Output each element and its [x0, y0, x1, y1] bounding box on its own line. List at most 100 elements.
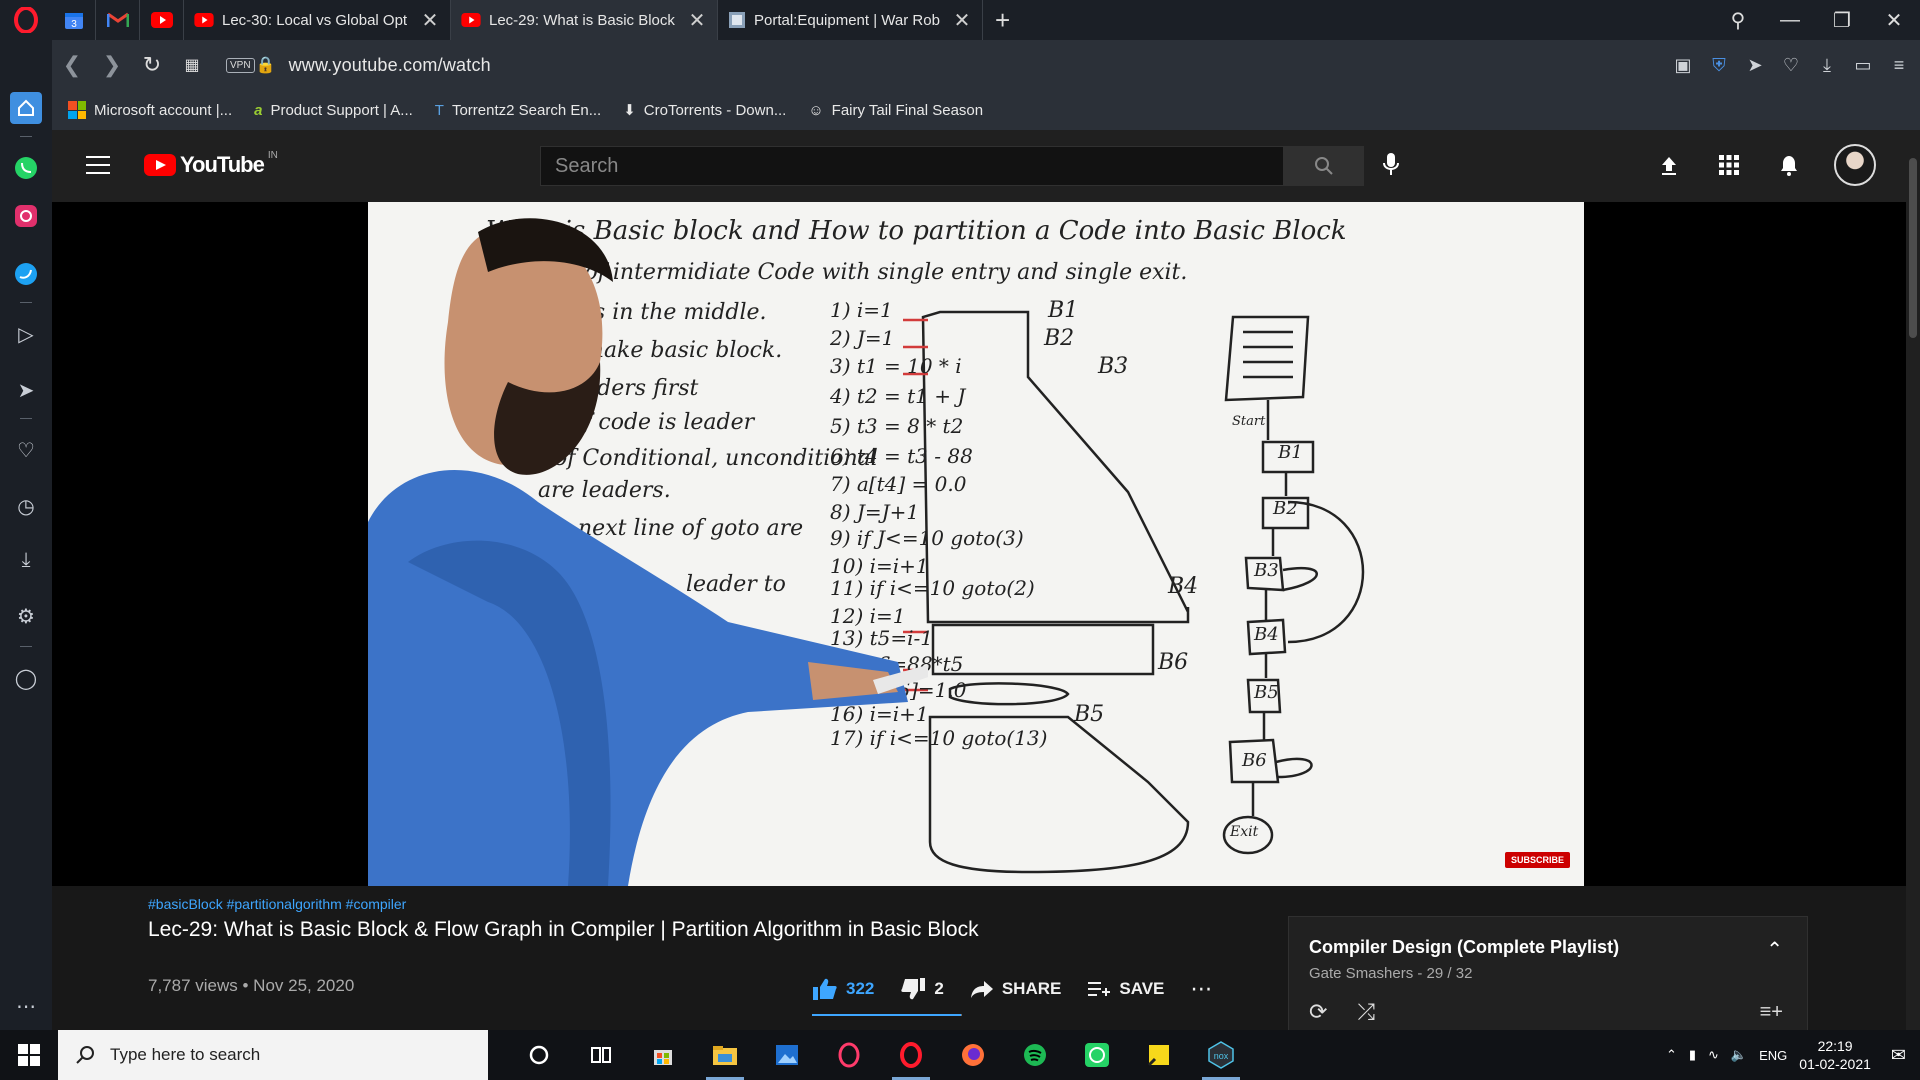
file-explorer-icon[interactable]: [694, 1030, 756, 1080]
tab-search-icon[interactable]: ⚲: [1712, 8, 1764, 33]
bookmark-microsoft[interactable]: Microsoft account |...: [68, 101, 232, 119]
opera-menu-icon[interactable]: [0, 0, 52, 40]
photos-icon[interactable]: [756, 1030, 818, 1080]
show-hidden-icons-icon[interactable]: ⌃: [1666, 1047, 1677, 1063]
forward-button[interactable]: ❯: [92, 52, 132, 78]
easy-setup-icon[interactable]: ≡: [1888, 55, 1910, 76]
address-bar: ❮ ❯ ↻ ▦ VPN 🔒 www.youtube.com/watch ▣ ⛨ …: [52, 40, 1920, 90]
input-language[interactable]: ENG: [1759, 1048, 1787, 1063]
flow-node: B2: [1273, 498, 1298, 519]
like-button[interactable]: 322: [812, 977, 874, 1001]
back-button[interactable]: ❮: [52, 52, 92, 78]
apps-grid-icon[interactable]: [1714, 150, 1744, 180]
playlist-title[interactable]: Compiler Design (Complete Playlist): [1309, 937, 1619, 958]
bookmark-product-support[interactable]: a Product Support | A...: [254, 102, 413, 119]
bookmark-torrentz2[interactable]: T Torrentz2 Search En...: [435, 102, 601, 119]
firefox-icon[interactable]: [942, 1030, 1004, 1080]
notifications-bell-icon[interactable]: [1774, 150, 1804, 180]
send-icon[interactable]: ➤: [1744, 55, 1766, 76]
tab-lec-30[interactable]: Lec-30: Local vs Global Opt ✕: [184, 0, 451, 40]
youtube-logo[interactable]: YouTube IN: [144, 150, 278, 178]
pinned-tab-youtube[interactable]: [140, 0, 184, 40]
video-frame[interactable]: What is Basic block and How to partition…: [368, 202, 1584, 886]
search-button[interactable]: [1283, 146, 1364, 186]
send-icon[interactable]: ➤: [10, 374, 42, 406]
wifi-icon[interactable]: ∿: [1708, 1047, 1719, 1063]
downloads-icon[interactable]: ⤓: [10, 544, 42, 576]
lock-icon[interactable]: 🔒: [255, 55, 277, 75]
dislike-button[interactable]: 2: [900, 977, 944, 1001]
bookmark-crotorrents[interactable]: ⬇ CroTorrents - Down...: [623, 101, 786, 120]
battery-icon[interactable]: ▮: [1689, 1047, 1696, 1063]
save-button[interactable]: SAVE: [1087, 979, 1164, 999]
thumbs-down-icon: [901, 978, 926, 1000]
tab-portal-equipment[interactable]: Portal:Equipment | War Rob ✕: [718, 0, 983, 40]
instagram-icon[interactable]: [10, 200, 42, 232]
video-player[interactable]: What is Basic block and How to partition…: [52, 202, 1906, 886]
whatsapp-icon[interactable]: [1066, 1030, 1128, 1080]
speed-dial-icon[interactable]: ▦: [172, 55, 212, 75]
close-tab-icon[interactable]: ✕: [687, 8, 707, 33]
adblock-shield-icon[interactable]: ⛨: [1708, 55, 1730, 76]
heart-icon[interactable]: ♡: [1780, 55, 1802, 76]
restore-button[interactable]: ❐: [1816, 8, 1868, 33]
hamburger-menu-icon[interactable]: [86, 156, 110, 174]
task-view-icon[interactable]: [570, 1030, 632, 1080]
opera-icon[interactable]: [880, 1030, 942, 1080]
minimize-button[interactable]: —: [1764, 9, 1816, 32]
settings-icon[interactable]: ⚙: [10, 600, 42, 632]
more-icon[interactable]: ⋯: [10, 990, 42, 1022]
store-icon[interactable]: [632, 1030, 694, 1080]
close-tab-icon[interactable]: ✕: [420, 8, 440, 33]
sticky-notes-icon[interactable]: [1128, 1030, 1190, 1080]
reload-button[interactable]: ↻: [132, 52, 172, 78]
page-scrollbar[interactable]: [1906, 130, 1920, 1030]
close-window-button[interactable]: ✕: [1868, 8, 1920, 33]
search-icon: [1314, 157, 1333, 175]
new-tab-button[interactable]: +: [983, 5, 1022, 36]
history-icon[interactable]: ◷: [10, 490, 42, 522]
video-hashtags[interactable]: #basicBlock #partitionalgorithm #compile…: [148, 896, 1068, 912]
twitter-icon[interactable]: [10, 258, 42, 290]
shuffle-icon[interactable]: ⤮: [1357, 999, 1375, 1025]
whatsapp-icon[interactable]: [10, 152, 42, 184]
nox-player-icon[interactable]: nox: [1190, 1030, 1252, 1080]
svg-text:nox: nox: [1214, 1051, 1229, 1061]
vpn-badge[interactable]: VPN: [226, 57, 255, 73]
camera-icon[interactable]: ▣: [1672, 55, 1694, 76]
more-actions-icon[interactable]: ⋯: [1190, 976, 1213, 1002]
share-button[interactable]: SHARE: [970, 979, 1061, 999]
playlist-subtitle[interactable]: Gate Smashers - 29 / 32: [1309, 965, 1472, 982]
scrollbar-thumb[interactable]: [1909, 158, 1917, 338]
download-icon[interactable]: ⤓: [1816, 55, 1838, 76]
url-field[interactable]: www.youtube.com/watch: [289, 55, 491, 76]
player-icon[interactable]: ▷: [10, 318, 42, 350]
pinned-tab-calendar[interactable]: 3: [52, 0, 96, 40]
heart-icon[interactable]: ♡: [10, 434, 42, 466]
notifications-icon[interactable]: ✉: [1891, 1045, 1906, 1066]
upload-icon[interactable]: [1654, 150, 1684, 180]
bookmark-fairy-tail[interactable]: ☺ Fairy Tail Final Season: [808, 102, 983, 119]
home-icon[interactable]: [10, 92, 42, 124]
battery-saver-icon[interactable]: ▭: [1852, 55, 1874, 76]
close-tab-icon[interactable]: ✕: [952, 8, 972, 33]
loop-playlist-icon[interactable]: ⟳: [1309, 999, 1327, 1025]
start-button[interactable]: [0, 1030, 58, 1080]
taskbar-search[interactable]: Type here to search: [58, 1030, 488, 1080]
lightbulb-icon[interactable]: ◯: [10, 662, 42, 694]
opera-gx-icon[interactable]: [818, 1030, 880, 1080]
pinned-tab-gmail[interactable]: [96, 0, 140, 40]
search-input[interactable]: [540, 146, 1284, 186]
chevron-up-icon[interactable]: ⌃: [1766, 937, 1783, 962]
video-meta-row: 7,787 views • Nov 25, 2020 322 2 SHARE S…: [148, 976, 1258, 1024]
volume-icon[interactable]: 🔈: [1731, 1047, 1747, 1063]
subscribe-watermark[interactable]: SUBSCRIBE: [1504, 852, 1570, 868]
tab-lec-29[interactable]: Lec-29: What is Basic Block ✕: [451, 0, 718, 40]
clock[interactable]: 22:19 01-02-2021: [1799, 1037, 1871, 1073]
tab-title: Lec-29: What is Basic Block: [489, 11, 675, 29]
cortana-icon[interactable]: [508, 1030, 570, 1080]
voice-search-icon[interactable]: [1382, 152, 1400, 183]
avatar[interactable]: [1834, 144, 1876, 186]
spotify-icon[interactable]: [1004, 1030, 1066, 1080]
playlist-add-icon[interactable]: ≡+: [1760, 1001, 1783, 1024]
